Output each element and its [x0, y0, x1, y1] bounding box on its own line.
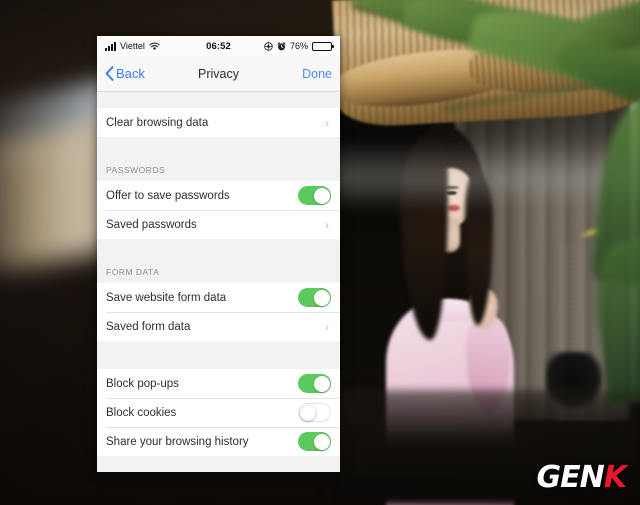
- row-saved-passwords[interactable]: Saved passwords ›: [97, 210, 340, 239]
- done-button[interactable]: Done: [302, 67, 332, 81]
- row-offer-to-save-passwords[interactable]: Offer to save passwords: [97, 181, 340, 210]
- list-bottom-fill: [97, 456, 340, 472]
- alarm-clock-icon: [277, 41, 286, 50]
- toggle-offer-to-save-passwords[interactable]: [298, 186, 331, 205]
- row-saved-form-data[interactable]: Saved form data ›: [97, 312, 340, 341]
- list-gap: [97, 137, 340, 165]
- row-clear-browsing-data[interactable]: Clear browsing data ›: [97, 108, 340, 137]
- row-label: Block cookies: [106, 406, 177, 419]
- row-label: Block pop-ups: [106, 377, 179, 390]
- row-label: Saved form data: [106, 320, 191, 333]
- list-gap: [97, 92, 340, 108]
- navigation-bar: Back Privacy Done: [97, 56, 340, 92]
- section-header-form-data: FORM DATA: [97, 267, 340, 283]
- chevron-right-icon: ›: [325, 115, 329, 130]
- toggle-block-popups[interactable]: [298, 374, 331, 393]
- toggle-knob: [313, 375, 330, 392]
- settings-list: Clear browsing data › PASSWORDS Offer to…: [97, 92, 340, 472]
- list-gap: [97, 239, 340, 267]
- location-services-icon: [264, 41, 273, 51]
- settings-group-content: Block pop-ups Block cookies Share your b…: [97, 369, 340, 456]
- battery-icon: [312, 41, 334, 51]
- genk-watermark-gen: GEN: [536, 460, 605, 495]
- row-share-browsing-history[interactable]: Share your browsing history: [97, 427, 340, 456]
- genk-watermark-k: K: [603, 460, 627, 495]
- settings-group-passwords: Offer to save passwords Saved passwords …: [97, 181, 340, 239]
- battery-percent-label: 76%: [289, 41, 308, 51]
- row-label: Save website form data: [106, 291, 227, 304]
- row-block-popups[interactable]: Block pop-ups: [97, 369, 340, 398]
- row-label: Offer to save passwords: [106, 189, 230, 202]
- screenshot-canvas: Viettel 06:52 76% Back Privacy Done Clea…: [0, 0, 640, 505]
- toggle-block-cookies[interactable]: [298, 403, 331, 422]
- row-label: Saved passwords: [106, 218, 197, 231]
- row-label: Clear browsing data: [106, 116, 209, 129]
- phone-screenshot-overlay: Viettel 06:52 76% Back Privacy Done Clea…: [97, 36, 340, 472]
- settings-group-form-data: Save website form data Saved form data ›: [97, 283, 340, 341]
- status-bar: Viettel 06:52 76%: [97, 36, 340, 56]
- toggle-knob: [299, 404, 316, 421]
- genk-watermark: GENK: [536, 460, 627, 495]
- status-bar-right: 76%: [264, 41, 334, 51]
- settings-group-browsing: Clear browsing data ›: [97, 108, 340, 137]
- list-gap: [97, 341, 340, 369]
- row-label: Share your browsing history: [106, 435, 249, 448]
- toggle-save-website-form-data[interactable]: [298, 288, 331, 307]
- row-save-website-form-data[interactable]: Save website form data: [97, 283, 340, 312]
- section-header-passwords: PASSWORDS: [97, 165, 340, 181]
- toggle-knob: [313, 433, 330, 450]
- row-block-cookies[interactable]: Block cookies: [97, 398, 340, 427]
- toggle-knob: [313, 289, 330, 306]
- toggle-share-browsing-history[interactable]: [298, 432, 331, 451]
- chevron-right-icon: ›: [325, 217, 329, 232]
- toggle-knob: [313, 187, 330, 204]
- chevron-right-icon: ›: [325, 319, 329, 334]
